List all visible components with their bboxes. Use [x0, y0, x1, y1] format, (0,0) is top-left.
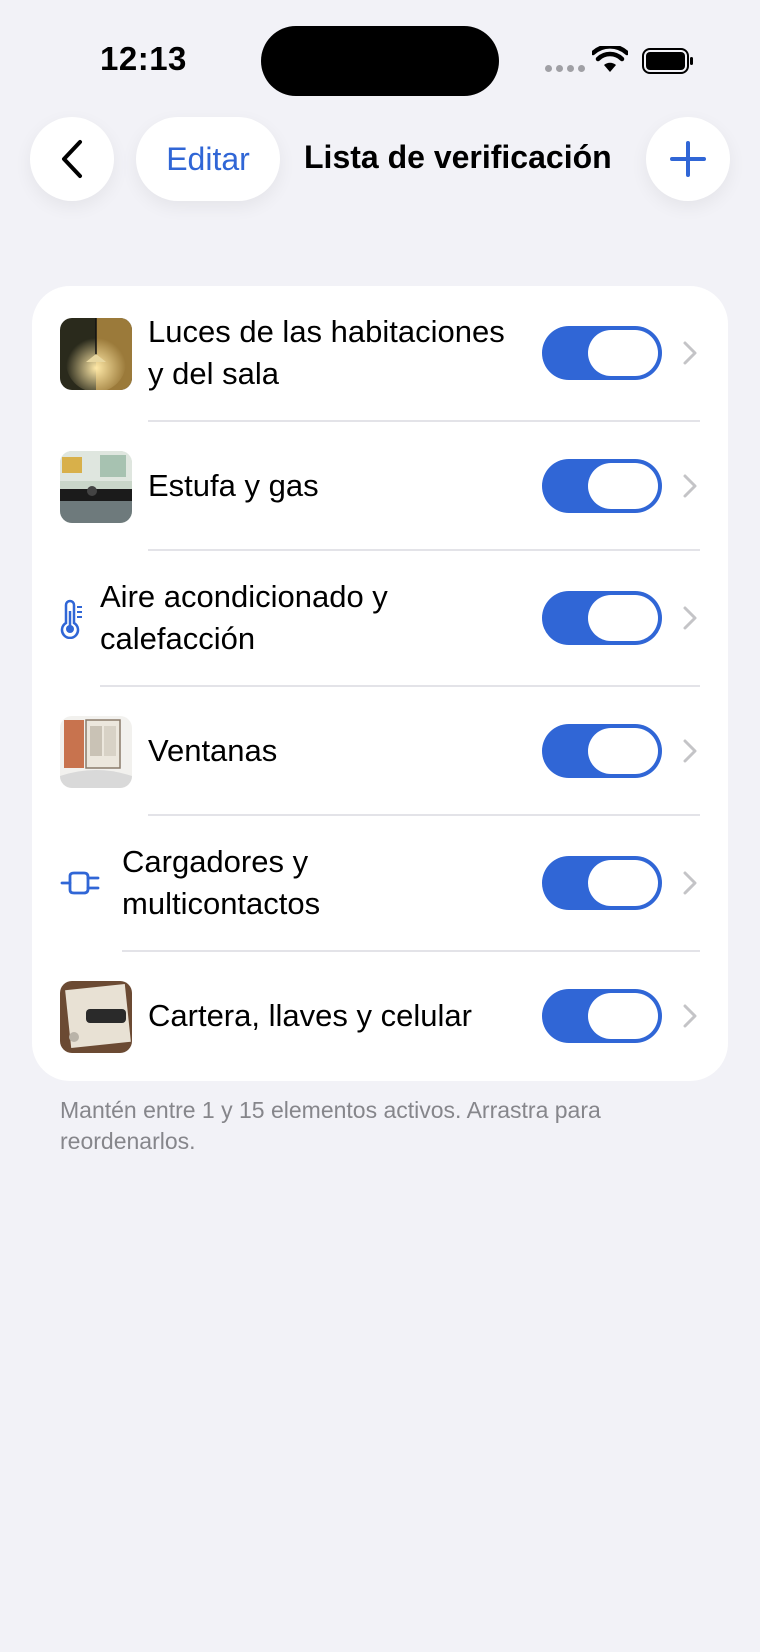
lamp-photo: [60, 318, 132, 390]
wallet-photo: [60, 981, 132, 1053]
toggle-switch[interactable]: [542, 591, 662, 645]
chevron-left-icon: [62, 140, 82, 178]
footnote: Mantén entre 1 y 15 elementos activos. A…: [60, 1097, 601, 1154]
checklist-card: Luces de las habitaciones y del sala Est…: [32, 286, 728, 1081]
plug-icon: [60, 871, 100, 895]
toggle-switch[interactable]: [542, 326, 662, 380]
thermometer-icon: [60, 599, 82, 639]
toggle-switch[interactable]: [542, 459, 662, 513]
dynamic-island: [261, 26, 499, 96]
item-label: Luces de las habitaciones y del sala: [148, 314, 505, 391]
list-item[interactable]: Estufa y gas: [32, 422, 728, 550]
list-item[interactable]: Aire acondicionado y calefacción: [32, 551, 728, 685]
item-label: Cartera, llaves y celular: [148, 998, 472, 1033]
list-item[interactable]: Cartera, llaves y celular: [32, 952, 728, 1081]
edit-button[interactable]: Editar: [136, 117, 280, 201]
list-item[interactable]: Cargadores y multicontactos: [32, 816, 728, 950]
toggle-switch[interactable]: [542, 856, 662, 910]
chevron-right-icon: [683, 606, 697, 630]
chevron-right-icon: [683, 739, 697, 763]
chevron-right-icon: [683, 474, 697, 498]
chevron-right-icon: [683, 871, 697, 895]
item-label: Cargadores y multicontactos: [122, 844, 321, 921]
status-time: 12:13: [100, 40, 187, 77]
battery-icon: [642, 48, 693, 74]
list-item[interactable]: Luces de las habitaciones y del sala: [32, 286, 728, 420]
toggle-switch[interactable]: [542, 724, 662, 778]
item-label: Aire acondicionado y calefacción: [100, 579, 388, 656]
add-button[interactable]: [646, 117, 730, 201]
cellular-signal-icon: [545, 65, 585, 72]
list-item[interactable]: Ventanas: [32, 687, 728, 815]
kitchen-photo: [60, 451, 132, 523]
chevron-right-icon: [683, 341, 697, 365]
item-label: Estufa y gas: [148, 468, 319, 503]
plus-icon: [670, 141, 706, 177]
page-title: Lista de verificación: [304, 139, 612, 175]
wifi-icon: [592, 46, 628, 72]
back-button[interactable]: [30, 117, 114, 201]
window-photo: [60, 716, 132, 788]
toggle-switch[interactable]: [542, 989, 662, 1043]
chevron-right-icon: [683, 1004, 697, 1028]
item-label: Ventanas: [148, 733, 278, 768]
